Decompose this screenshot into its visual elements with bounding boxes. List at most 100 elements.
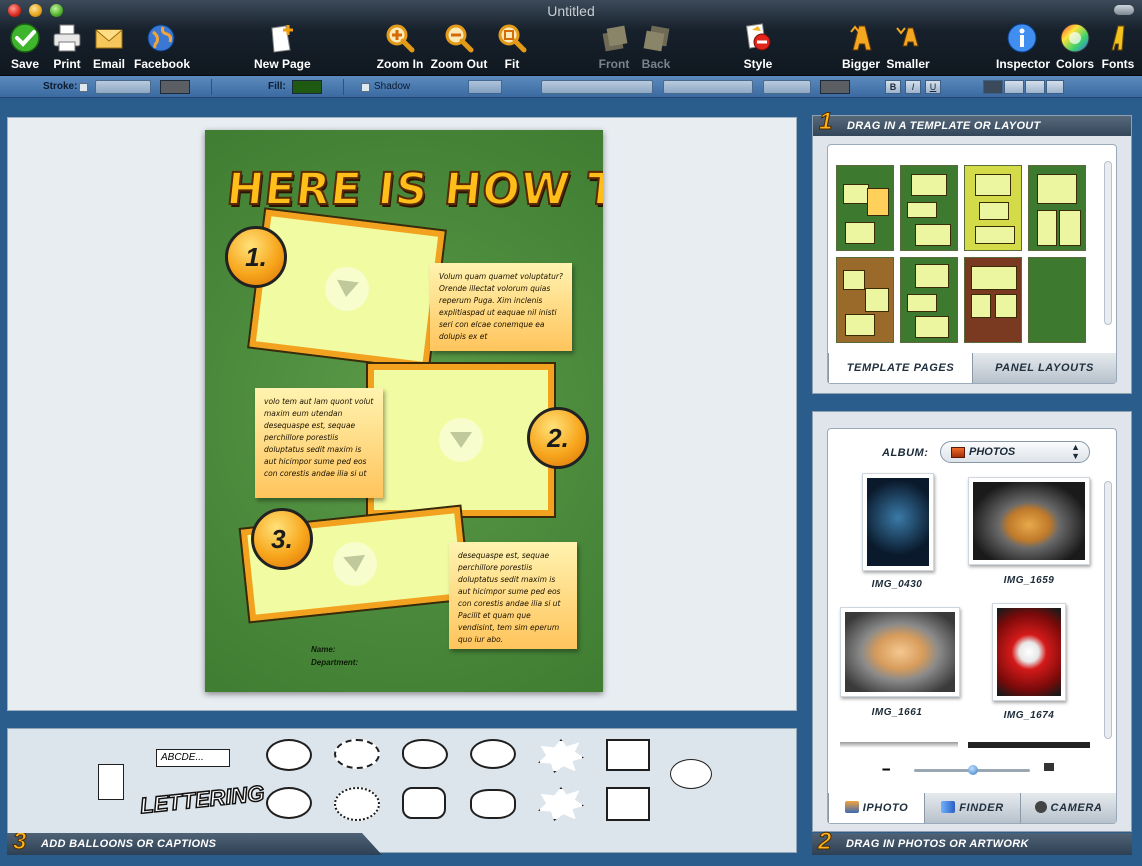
colors-button[interactable]: Colors xyxy=(1054,22,1096,72)
save-button[interactable]: Save xyxy=(6,22,44,72)
smaller-button[interactable]: Smaller xyxy=(886,22,930,72)
caption-box-text[interactable]: ABCDE... xyxy=(156,749,230,767)
burst-balloon[interactable] xyxy=(538,739,584,773)
caption-box-blank[interactable] xyxy=(98,764,124,800)
connected-balloon[interactable] xyxy=(670,759,712,789)
square-balloon[interactable] xyxy=(606,739,650,771)
print-button[interactable]: Print xyxy=(48,22,86,72)
align-right-button[interactable] xyxy=(1025,80,1045,94)
toolbar-toggle-button[interactable] xyxy=(1114,5,1134,15)
text-color-well[interactable] xyxy=(820,80,850,94)
text-note-1[interactable]: Volum quam quamet voluptatur? Orende ill… xyxy=(430,263,572,351)
align-left-button[interactable] xyxy=(983,80,1003,94)
facebook-button[interactable]: Facebook xyxy=(134,22,190,72)
fonts-button[interactable]: Fonts xyxy=(1100,22,1136,72)
thumbnail-size-slider[interactable] xyxy=(914,765,1030,775)
template-thumbnail[interactable] xyxy=(836,165,894,251)
photo-thumbnail-partial[interactable] xyxy=(840,742,958,748)
send-back-button[interactable]: Back xyxy=(636,22,676,72)
shadow-style-button[interactable] xyxy=(468,80,502,94)
template-browser: TEMPLATE PAGES PANEL LAYOUTS xyxy=(827,144,1117,384)
stroke-checkbox[interactable] xyxy=(79,83,88,92)
large-thumbnails-icon xyxy=(1044,763,1054,771)
tab-iphoto[interactable]: IPHOTO xyxy=(828,793,924,823)
speech-balloon-plain[interactable] xyxy=(470,739,516,769)
zoom-in-button[interactable]: Zoom In xyxy=(376,22,424,72)
template-thumbnail[interactable] xyxy=(1028,257,1086,343)
image-panel-1[interactable] xyxy=(247,207,447,371)
stroke-width-popup[interactable] xyxy=(95,80,151,94)
photo-thumbnail[interactable] xyxy=(862,473,934,571)
scream-balloon[interactable] xyxy=(334,787,380,821)
comic-page[interactable]: HERE IS HOW TO... 1. Volum quam quamet v… xyxy=(205,130,603,692)
small-thumbnails-icon: ▪▪▪▪ xyxy=(882,765,890,774)
step-badge-3[interactable]: 3. xyxy=(251,508,313,570)
rounded-rect-balloon[interactable] xyxy=(402,787,446,819)
whisper-balloon[interactable] xyxy=(334,739,380,769)
speech-balloon-oval[interactable] xyxy=(266,739,312,771)
bigger-button[interactable]: Bigger xyxy=(842,22,880,72)
tab-finder[interactable]: FINDER xyxy=(924,793,1020,823)
tab-panel-layouts[interactable]: PANEL LAYOUTS xyxy=(972,353,1116,383)
font-style-popup[interactable] xyxy=(663,80,753,94)
align-justify-button[interactable] xyxy=(1046,80,1064,94)
photo-source-tabs: IPHOTO FINDER CAMERA xyxy=(828,793,1116,823)
underline-button[interactable]: U xyxy=(925,80,941,94)
template-thumbnail[interactable] xyxy=(900,257,958,343)
templates-panel-title: DRAG IN A TEMPLATE OR LAYOUT xyxy=(847,120,1041,132)
template-thumbnail[interactable] xyxy=(964,165,1022,251)
thought-balloon[interactable] xyxy=(402,739,448,769)
photo-thumbnail-partial[interactable] xyxy=(968,742,1090,748)
font-size-popup[interactable] xyxy=(763,80,811,94)
arrow-down-icon xyxy=(439,418,483,462)
department-label: Department: xyxy=(311,658,359,667)
photo-thumbnail[interactable] xyxy=(968,477,1090,565)
text-note-3[interactable]: desequaspe est, sequae perchillore pores… xyxy=(449,542,577,649)
inspector-button[interactable]: Inspector xyxy=(996,22,1050,72)
templates-panel-header: 1 DRAG IN A TEMPLATE OR LAYOUT xyxy=(813,109,1131,136)
iphoto-icon xyxy=(844,801,859,813)
photo-caption: IMG_1661 xyxy=(871,707,923,718)
explosion-balloon[interactable] xyxy=(538,787,584,821)
scrollbar[interactable] xyxy=(1104,161,1112,325)
fit-button[interactable]: Fit xyxy=(494,22,530,72)
text-note-2[interactable]: volo tem aut lam quont volut maxim eum u… xyxy=(255,388,383,498)
tab-camera[interactable]: CAMERA xyxy=(1020,793,1116,823)
camera-icon xyxy=(1034,801,1047,813)
slider-knob[interactable] xyxy=(968,765,978,775)
template-thumbnail[interactable] xyxy=(964,257,1022,343)
fonts-icon xyxy=(1111,25,1125,51)
zoom-out-button[interactable]: Zoom Out xyxy=(430,22,488,72)
cloud-balloon[interactable] xyxy=(470,789,516,819)
italic-button[interactable]: I xyxy=(905,80,921,94)
name-fields[interactable]: Name: Department: xyxy=(311,643,358,669)
align-center-button[interactable] xyxy=(1004,80,1024,94)
speech-balloon-round[interactable] xyxy=(266,787,312,819)
fill-color-well[interactable] xyxy=(292,80,322,94)
step-badge-2[interactable]: 2. xyxy=(527,407,589,469)
fill-label: Fill: xyxy=(268,81,286,92)
shadow-checkbox[interactable] xyxy=(361,83,370,92)
scrollbar[interactable] xyxy=(1104,481,1112,739)
bring-front-button[interactable]: Front xyxy=(594,22,634,72)
photo-thumbnail[interactable] xyxy=(840,607,960,697)
email-button[interactable]: Email xyxy=(90,22,128,72)
stroke-color-well[interactable] xyxy=(160,80,190,94)
font-family-popup[interactable] xyxy=(541,80,653,94)
square-balloon-tail[interactable] xyxy=(606,787,650,821)
album-select[interactable]: PHOTOS ▲ ▼ xyxy=(940,441,1090,463)
template-thumbnail[interactable] xyxy=(1028,165,1086,251)
template-thumbnail[interactable] xyxy=(900,165,958,251)
step-badge-1[interactable]: 1. xyxy=(225,226,287,288)
new-page-button[interactable]: New Page xyxy=(254,22,311,72)
template-thumbnail[interactable] xyxy=(836,257,894,343)
style-button[interactable]: Style xyxy=(738,22,778,72)
bold-button[interactable]: B xyxy=(885,80,901,94)
color-wheel-icon xyxy=(1060,23,1090,53)
page-headline[interactable]: HERE IS HOW TO... xyxy=(223,163,603,216)
templates-panel: 1 DRAG IN A TEMPLATE OR LAYOUT TEMPLATE … xyxy=(812,109,1132,394)
tab-template-pages[interactable]: TEMPLATE PAGES xyxy=(828,353,972,383)
style-icon xyxy=(745,23,771,51)
photo-thumbnail[interactable] xyxy=(992,603,1066,701)
lettering-art[interactable]: LETTERING xyxy=(138,780,266,821)
